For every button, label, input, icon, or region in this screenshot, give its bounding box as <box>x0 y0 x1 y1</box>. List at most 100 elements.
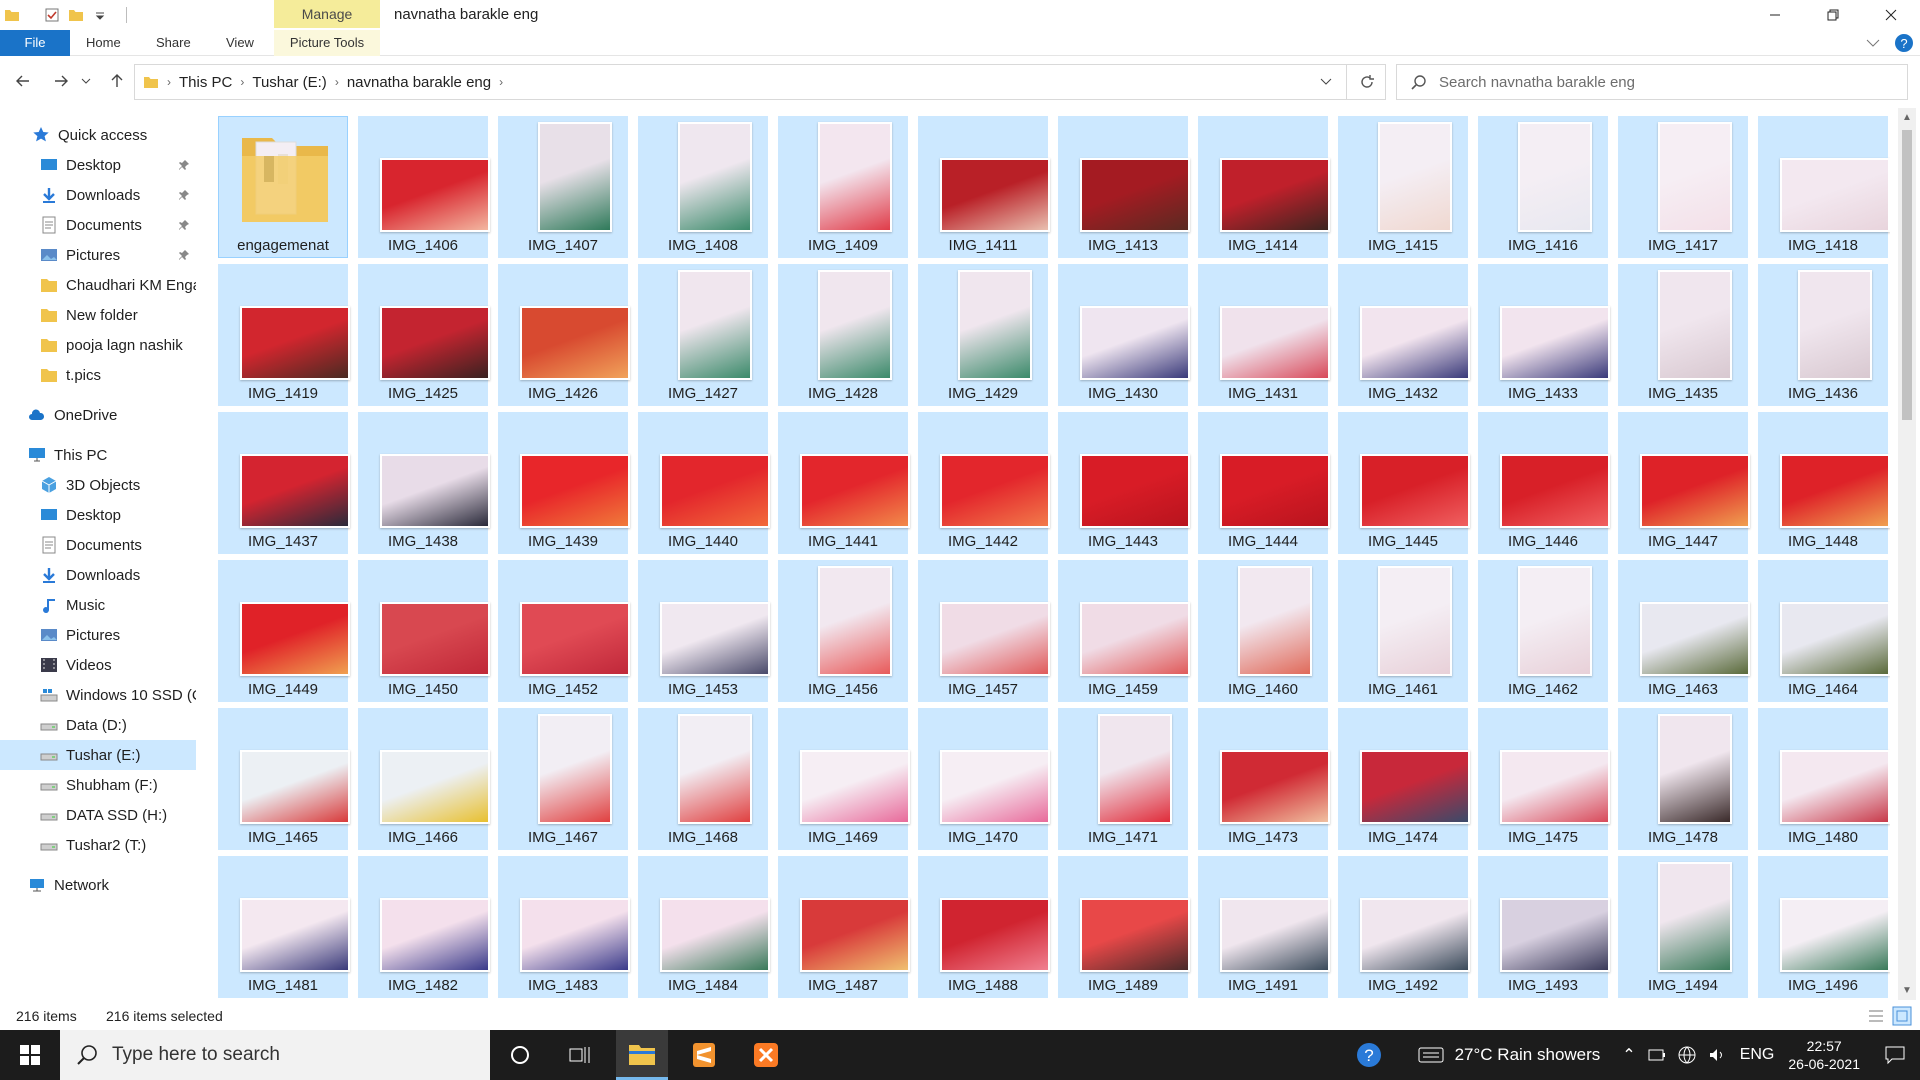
sidebar-item-documents[interactable]: Documents <box>0 530 196 560</box>
image-file-item[interactable]: IMG_1449 <box>218 560 350 702</box>
image-file-item[interactable]: IMG_1483 <box>498 856 630 998</box>
image-file-item[interactable]: IMG_1478 <box>1618 708 1748 850</box>
sidebar-item-chaudhari-km-enga[interactable]: Chaudhari KM Enga <box>0 270 196 300</box>
new-folder-icon[interactable] <box>68 7 84 23</box>
properties-icon[interactable] <box>44 7 60 23</box>
image-file-item[interactable]: IMG_1456 <box>778 560 908 702</box>
image-file-item[interactable]: IMG_1470 <box>918 708 1050 850</box>
sidebar-item-documents[interactable]: Documents <box>0 210 196 240</box>
sidebar-item-windows-10-ssd-c[interactable]: Windows 10 SSD (C <box>0 680 196 710</box>
tab-home[interactable]: Home <box>86 30 121 56</box>
image-file-item[interactable]: IMG_1465 <box>218 708 350 850</box>
image-file-item[interactable]: IMG_1419 <box>218 264 350 406</box>
tab-share[interactable]: Share <box>156 30 191 56</box>
image-file-item[interactable]: IMG_1413 <box>1058 116 1190 258</box>
expand-ribbon-icon[interactable] <box>1866 38 1880 48</box>
image-file-item[interactable]: IMG_1491 <box>1198 856 1330 998</box>
image-file-item[interactable]: IMG_1414 <box>1198 116 1330 258</box>
image-file-item[interactable]: IMG_1429 <box>918 264 1048 406</box>
refresh-button[interactable] <box>1346 64 1386 100</box>
scrollbar-thumb[interactable] <box>1902 130 1912 420</box>
breadcrumb-separator[interactable]: › <box>335 75 339 89</box>
sidebar-item-videos[interactable]: Videos <box>0 650 196 680</box>
image-file-item[interactable]: IMG_1473 <box>1198 708 1330 850</box>
search-box[interactable]: Search navnatha barakle eng <box>1396 64 1908 100</box>
sidebar-item-desktop[interactable]: Desktop <box>0 150 196 180</box>
taskbar-search-input[interactable]: Type here to search <box>112 1044 280 1066</box>
tab-picture-tools[interactable]: Picture Tools <box>274 30 380 56</box>
image-file-item[interactable]: IMG_1417 <box>1618 116 1748 258</box>
image-file-item[interactable]: IMG_1433 <box>1478 264 1610 406</box>
scroll-down-icon[interactable]: ▼ <box>1902 985 1912 996</box>
clock[interactable]: 22:57 26-06-2021 <box>1788 1037 1860 1073</box>
image-file-item[interactable]: IMG_1439 <box>498 412 630 554</box>
image-file-item[interactable]: IMG_1435 <box>1618 264 1748 406</box>
image-file-item[interactable]: IMG_1409 <box>778 116 908 258</box>
image-file-item[interactable]: IMG_1425 <box>358 264 490 406</box>
image-file-item[interactable]: IMG_1443 <box>1058 412 1190 554</box>
restore-button[interactable] <box>1804 0 1862 30</box>
image-file-item[interactable]: IMG_1489 <box>1058 856 1190 998</box>
chevron-down-icon[interactable] <box>1319 74 1333 88</box>
image-file-item[interactable]: IMG_1416 <box>1478 116 1608 258</box>
battery-icon[interactable] <box>1648 1049 1666 1061</box>
sidebar-item-tushar2-t[interactable]: Tushar2 (T:) <box>0 830 196 860</box>
image-file-item[interactable]: IMG_1447 <box>1618 412 1750 554</box>
image-file-item[interactable]: IMG_1484 <box>638 856 770 998</box>
sidebar-item-onedrive[interactable]: OneDrive <box>0 400 196 430</box>
tab-view[interactable]: View <box>226 30 254 56</box>
image-file-item[interactable]: IMG_1463 <box>1618 560 1750 702</box>
sidebar-item-t-pics[interactable]: t.pics <box>0 360 196 390</box>
image-file-item[interactable]: IMG_1464 <box>1758 560 1890 702</box>
sidebar-item-this-pc[interactable]: This PC <box>0 440 196 470</box>
volume-icon[interactable] <box>1708 1046 1726 1064</box>
image-file-item[interactable]: IMG_1493 <box>1478 856 1610 998</box>
image-file-item[interactable]: IMG_1430 <box>1058 264 1190 406</box>
image-file-item[interactable]: IMG_1453 <box>638 560 770 702</box>
image-file-item[interactable]: IMG_1488 <box>918 856 1050 998</box>
image-file-item[interactable]: IMG_1406 <box>358 116 490 258</box>
image-file-item[interactable]: IMG_1427 <box>638 264 768 406</box>
sidebar-item-pooja-lagn-nashik[interactable]: pooja lagn nashik <box>0 330 196 360</box>
image-file-item[interactable]: IMG_1442 <box>918 412 1050 554</box>
image-file-item[interactable]: IMG_1432 <box>1338 264 1470 406</box>
image-file-item[interactable]: IMG_1438 <box>358 412 490 554</box>
recent-locations-button[interactable] <box>78 68 94 94</box>
sidebar-item-quick-access[interactable]: Quick access <box>0 120 196 150</box>
image-file-item[interactable]: IMG_1448 <box>1758 412 1890 554</box>
image-file-item[interactable]: IMG_1415 <box>1338 116 1468 258</box>
image-file-item[interactable]: IMG_1469 <box>778 708 910 850</box>
image-file-item[interactable]: IMG_1441 <box>778 412 910 554</box>
image-file-item[interactable]: IMG_1418 <box>1758 116 1890 258</box>
image-file-item[interactable]: IMG_1431 <box>1198 264 1330 406</box>
breadcrumb-separator[interactable]: › <box>499 75 503 89</box>
image-file-item[interactable]: IMG_1444 <box>1198 412 1330 554</box>
close-button[interactable] <box>1862 0 1920 30</box>
image-file-item[interactable]: IMG_1466 <box>358 708 490 850</box>
image-file-item[interactable]: IMG_1426 <box>498 264 630 406</box>
sidebar-item-shubham-f[interactable]: Shubham (F:) <box>0 770 196 800</box>
up-button[interactable] <box>104 68 130 94</box>
sidebar-item-tushar-e[interactable]: Tushar (E:) <box>0 740 196 770</box>
image-file-item[interactable]: IMG_1496 <box>1758 856 1890 998</box>
help-icon[interactable]: ? <box>1894 33 1914 53</box>
start-button[interactable] <box>0 1030 60 1080</box>
address-bar[interactable]: › This PC › Tushar (E:) › navnatha barak… <box>134 64 1386 100</box>
image-file-item[interactable]: IMG_1482 <box>358 856 490 998</box>
sidebar-item-new-folder[interactable]: New folder <box>0 300 196 330</box>
image-file-item[interactable]: IMG_1445 <box>1338 412 1470 554</box>
chevron-up-icon[interactable]: ⌃ <box>1622 1045 1635 1065</box>
input-language[interactable]: ENG <box>1740 1046 1775 1064</box>
image-file-item[interactable]: IMG_1428 <box>778 264 908 406</box>
help-circle-icon[interactable]: ? <box>1355 1041 1383 1069</box>
image-file-item[interactable]: IMG_1440 <box>638 412 770 554</box>
details-view-icon[interactable] <box>1866 1006 1886 1026</box>
image-file-item[interactable]: IMG_1487 <box>778 856 910 998</box>
sidebar-item-downloads[interactable]: Downloads <box>0 560 196 590</box>
image-file-item[interactable]: IMG_1494 <box>1618 856 1748 998</box>
manage-contextual-tab[interactable]: Manage <box>274 0 380 28</box>
sidebar-item-network[interactable]: Network <box>0 870 196 900</box>
image-file-item[interactable]: IMG_1468 <box>638 708 768 850</box>
image-file-item[interactable]: IMG_1436 <box>1758 264 1888 406</box>
cortana-button[interactable] <box>494 1030 546 1080</box>
